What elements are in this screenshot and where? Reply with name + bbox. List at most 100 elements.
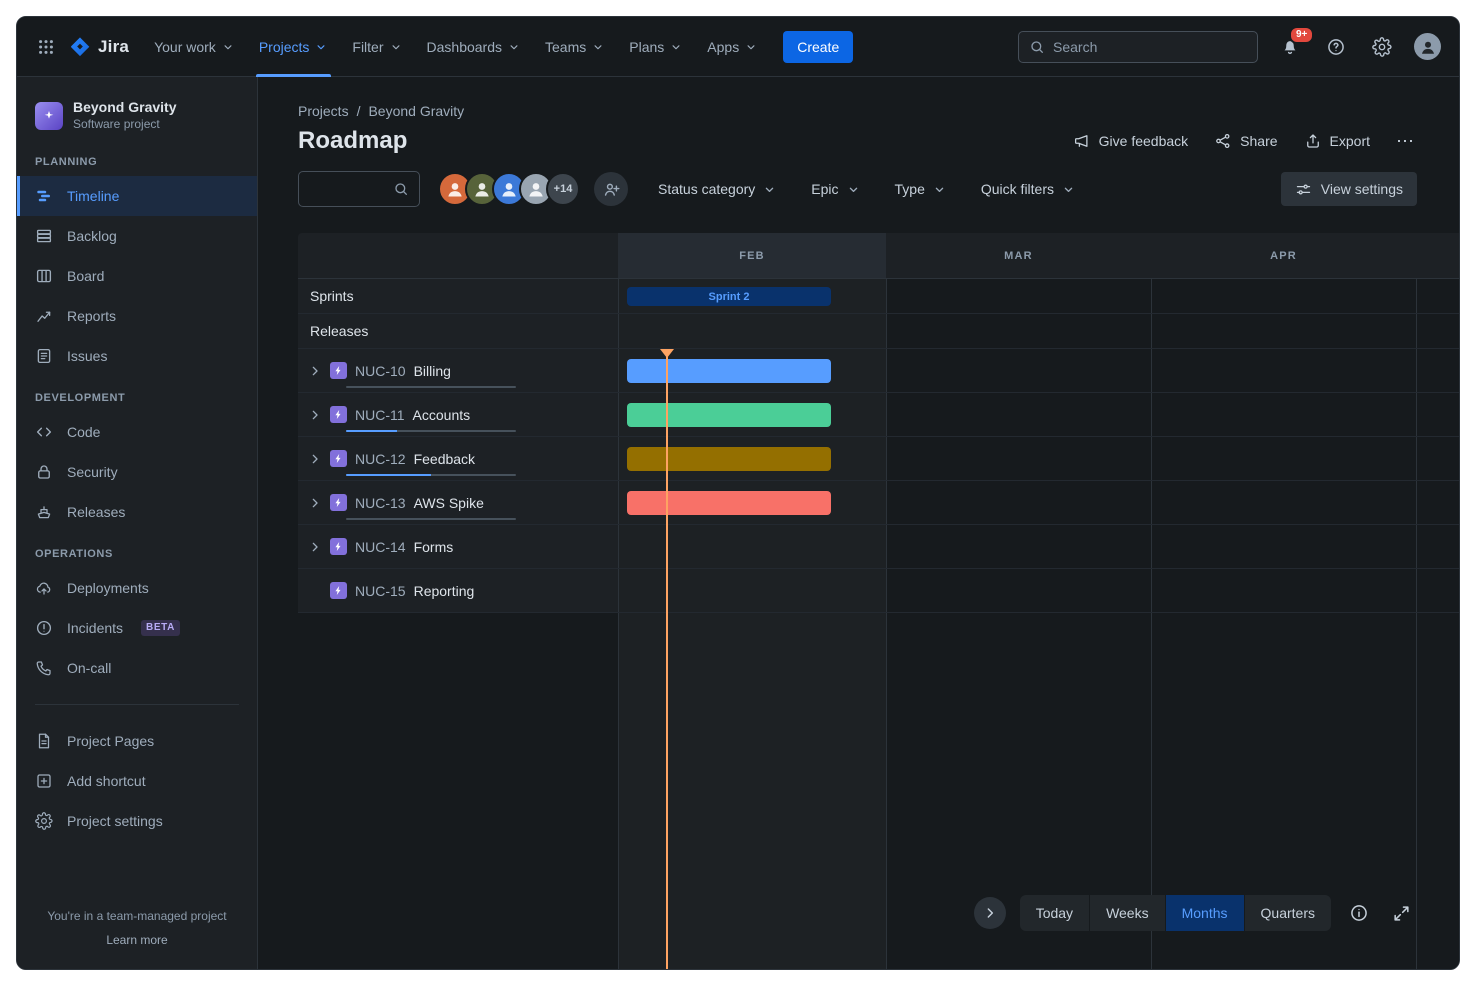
global-search-input[interactable]: [1053, 39, 1247, 55]
megaphone-icon: [1073, 132, 1091, 150]
scroll-timeline-button[interactable]: [974, 897, 1006, 929]
timeline-month-feb: FEB: [618, 233, 886, 278]
learn-more-link[interactable]: Learn more: [29, 933, 245, 947]
sidebar-item-incidents[interactable]: Incidents BETA: [17, 608, 257, 648]
sidebar-item-project-settings[interactable]: Project settings: [17, 801, 257, 841]
help-button[interactable]: [1322, 33, 1350, 61]
expand-chevron-icon[interactable]: [306, 450, 324, 468]
sidebar-item-backlog[interactable]: Backlog: [17, 216, 257, 256]
epic-icon: [330, 406, 347, 423]
zoom-option-months[interactable]: Months: [1165, 895, 1244, 931]
app-switcher-button[interactable]: [29, 30, 63, 64]
nav-plans[interactable]: Plans: [618, 17, 694, 77]
epic-row-nuc-11: NUC-11 Accounts: [298, 393, 1459, 437]
beta-badge: BETA: [141, 620, 180, 636]
chevron-down-icon: [762, 182, 777, 197]
filter-epic[interactable]: Epic: [811, 181, 860, 197]
nav-label: Teams: [545, 39, 586, 55]
nav-projects[interactable]: Projects: [248, 17, 340, 77]
expand-chevron-icon[interactable]: [306, 362, 324, 380]
epic-name: Forms: [414, 539, 454, 555]
sidebar-item-label: Board: [67, 268, 104, 284]
sidebar-item-add-shortcut[interactable]: Add shortcut: [17, 761, 257, 801]
team-managed-note: You're in a team-managed project: [29, 909, 245, 923]
sidebar-item-releases[interactable]: Releases: [17, 492, 257, 532]
notifications-button[interactable]: 9+: [1276, 33, 1304, 61]
epic-row-header[interactable]: NUC-15 Reporting: [298, 569, 618, 612]
sidebar-item-project-pages[interactable]: Project Pages: [17, 721, 257, 761]
nav-your-work[interactable]: Your work: [143, 17, 246, 77]
breadcrumb-projects[interactable]: Projects: [298, 103, 349, 119]
expand-chevron-icon[interactable]: [306, 538, 324, 556]
timeline-search[interactable]: [298, 171, 420, 207]
avatar-overflow-count[interactable]: +14: [546, 172, 580, 206]
epic-timeline-bar[interactable]: [627, 447, 831, 471]
export-button[interactable]: Export: [1304, 132, 1370, 150]
zoom-option-today[interactable]: Today: [1020, 895, 1089, 931]
epic-row-header[interactable]: NUC-13 AWS Spike: [298, 481, 618, 524]
page-title: Roadmap: [298, 127, 407, 155]
sprint-bar[interactable]: Sprint 2: [627, 287, 831, 306]
sidebar-item-timeline[interactable]: Timeline: [17, 176, 257, 216]
epic-timeline-bar[interactable]: [627, 491, 831, 515]
add-people-button[interactable]: [594, 172, 628, 206]
timeline-search-input[interactable]: [309, 181, 393, 197]
view-settings-label: View settings: [1321, 181, 1403, 197]
filter-status-category[interactable]: Status category: [658, 181, 777, 197]
epic-row-nuc-13: NUC-13 AWS Spike: [298, 481, 1459, 525]
page-actions: Give feedback Share Export ⋯: [1073, 131, 1415, 152]
sidebar-item-board[interactable]: Board: [17, 256, 257, 296]
page-icon: [35, 732, 53, 750]
epic-progress-bar: [346, 474, 516, 476]
sidebar-footer: You're in a team-managed project Learn m…: [17, 893, 257, 969]
sidebar-item-reports[interactable]: Reports: [17, 296, 257, 336]
breadcrumb-current-project[interactable]: Beyond Gravity: [368, 103, 464, 119]
nav-teams[interactable]: Teams: [534, 17, 616, 77]
epic-key: NUC-13: [355, 495, 406, 511]
nav-filter[interactable]: Filter: [341, 17, 413, 77]
filter-type[interactable]: Type: [895, 181, 947, 197]
epic-timeline-bar[interactable]: [627, 403, 831, 427]
export-icon: [1304, 132, 1322, 150]
filter-label: Epic: [811, 181, 838, 197]
filter-quick-filters[interactable]: Quick filters: [981, 181, 1076, 197]
sidebar-item-on-call[interactable]: On-call: [17, 648, 257, 688]
sidebar-item-issues[interactable]: Issues: [17, 336, 257, 376]
nav-label: Filter: [352, 39, 383, 55]
timeline-toolbar: +14 Status category Epic Type: [298, 171, 1459, 207]
info-icon: [1349, 903, 1369, 923]
share-button[interactable]: Share: [1214, 132, 1277, 150]
nav-dashboards[interactable]: Dashboards: [416, 17, 533, 77]
fullscreen-button[interactable]: [1387, 899, 1415, 927]
epic-row-header[interactable]: NUC-10 Billing: [298, 349, 618, 392]
profile-avatar[interactable]: [1414, 33, 1441, 60]
expand-chevron-icon[interactable]: [306, 406, 324, 424]
settings-button[interactable]: [1368, 33, 1396, 61]
sidebar-item-security[interactable]: Security: [17, 452, 257, 492]
epic-icon: [330, 450, 347, 467]
global-search[interactable]: [1018, 31, 1258, 63]
view-settings-button[interactable]: View settings: [1281, 172, 1417, 206]
nav-apps[interactable]: Apps: [696, 17, 769, 77]
create-button[interactable]: Create: [783, 31, 853, 63]
project-header[interactable]: Beyond Gravity Software project: [17, 99, 257, 132]
zoom-option-quarters[interactable]: Quarters: [1244, 895, 1331, 931]
jira-logo[interactable]: Jira: [65, 36, 141, 58]
add-person-icon: [602, 180, 621, 199]
chevron-down-icon: [221, 40, 235, 54]
epic-row-header[interactable]: NUC-14 Forms: [298, 525, 618, 568]
zoom-option-weeks[interactable]: Weeks: [1089, 895, 1165, 931]
person-icon: [526, 179, 546, 199]
more-actions-button[interactable]: ⋯: [1396, 131, 1415, 152]
expand-chevron-icon[interactable]: [306, 494, 324, 512]
epic-timeline-bar[interactable]: [627, 359, 831, 383]
timeline-info-button[interactable]: [1345, 899, 1373, 927]
chevron-down-icon: [1061, 182, 1076, 197]
give-feedback-button[interactable]: Give feedback: [1073, 132, 1189, 150]
sidebar-item-deployments[interactable]: Deployments: [17, 568, 257, 608]
epic-row-header[interactable]: NUC-12 Feedback: [298, 437, 618, 480]
epic-row-header[interactable]: NUC-11 Accounts: [298, 393, 618, 436]
sidebar-item-label: Backlog: [67, 228, 117, 244]
timeline-chart: FEB MAR APR Sprints: [298, 233, 1459, 969]
sidebar-item-code[interactable]: Code: [17, 412, 257, 452]
